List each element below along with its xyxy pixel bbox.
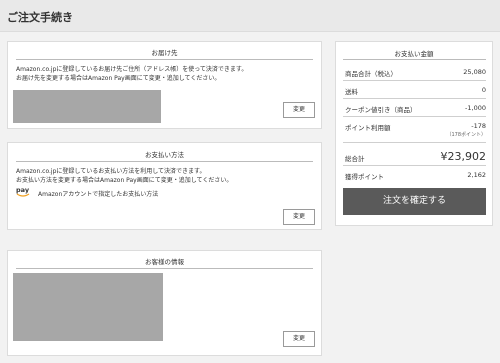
shipping-title: お届け先 [151,49,178,57]
customer-card: お客様の情報 変更 [7,250,322,356]
points-sub-value: （178ポイント） [446,132,486,138]
points-label: ポイント利用額 [345,124,391,132]
shipping-fee-value: 0 [481,86,486,94]
divider [343,165,486,166]
coupon-label: クーポン値引き（商品） [345,106,417,114]
payment-note-line1: Amazon.co.jpに登録しているお支払い方法を利用して決済できます。 [16,168,206,175]
page-header: ご注文手続き [0,0,500,32]
divider [16,268,313,269]
shipping-fee-label: 送料 [345,88,358,96]
customer-info-redacted [13,273,163,341]
subtotal-value: 25,080 [463,68,486,76]
divider [343,142,486,143]
shipping-card: お届け先 Amazon.co.jpに登録しているお届け先ご住所（アドレス帳）を使… [7,41,322,129]
divider [343,98,486,99]
shipping-note-line2: お届け先を変更する場合はAmazon Pay画面にて変更・追加してください。 [16,75,221,82]
confirm-order-button[interactable]: 注文を確定する [343,188,486,215]
shipping-address-redacted [13,90,161,123]
payment-title: お支払い方法 [145,151,184,159]
divider [16,59,313,60]
payment-card: お支払い方法 Amazon.co.jpに登録しているお支払い方法を利用して決済で… [7,142,322,230]
total-value: ¥23,902 [440,150,487,163]
page-title: ご注文手続き [7,11,73,24]
divider [343,59,486,60]
shipping-change-button[interactable]: 変更 [283,102,315,118]
payment-change-button[interactable]: 変更 [283,209,315,225]
divider [343,80,486,81]
customer-title: お客様の情報 [145,258,184,266]
subtotal-label: 商品合計（税込） [345,70,397,78]
amazon-pay-logo-icon: pay [16,186,36,200]
payment-note-line2: お支払い方法を変更する場合はAmazon Pay画面にて変更・追加してください。 [16,177,233,184]
smile-arrow-icon [16,193,30,197]
divider [16,161,313,162]
earn-points-label: 獲得ポイント [345,173,384,181]
total-label: 総合計 [345,155,365,163]
summary-title: お支払い金額 [394,50,434,58]
customer-change-button[interactable]: 変更 [283,331,315,347]
earn-points-value: 2,162 [467,171,486,179]
payment-method-label: Amazonアカウントで指定したお支払い方法 [38,191,159,198]
divider [343,116,486,117]
coupon-value: -1,000 [465,104,486,112]
points-value: -178 [471,122,486,130]
shipping-note-line1: Amazon.co.jpに登録しているお届け先ご住所（アドレス帳）を使って決済で… [16,66,248,73]
